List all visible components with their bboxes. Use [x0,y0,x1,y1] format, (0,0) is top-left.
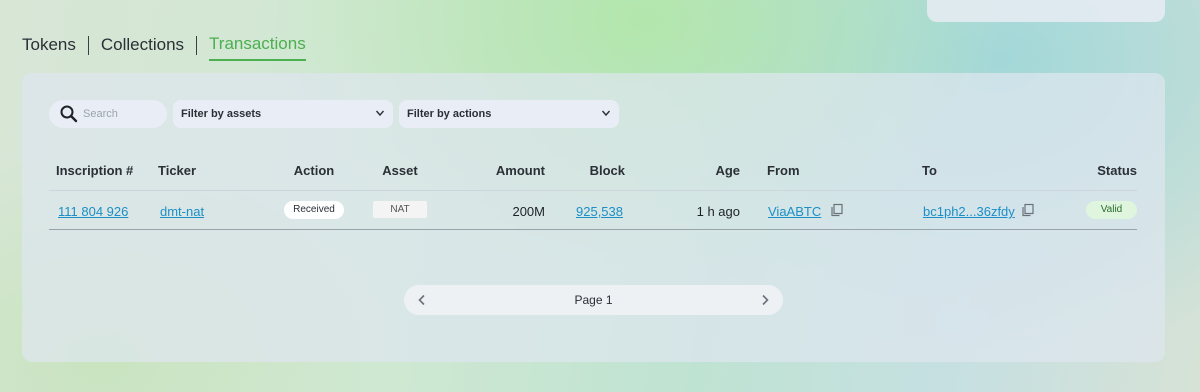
page-indicator: Page 1 [574,293,613,307]
status-badge: Valid [1086,201,1137,219]
from-link[interactable]: ViaABTC [768,204,821,219]
tab-separator [196,35,198,55]
copy-icon[interactable] [1021,203,1035,217]
filter-assets-label: Filter by assets [181,108,262,120]
action-badge: Received [284,201,344,219]
inscription-link[interactable]: 111 804 926 [58,204,128,219]
header-ticker: Ticker [158,163,197,178]
chevron-right-icon[interactable] [759,294,771,306]
header-asset: Asset [382,163,418,178]
search-icon [59,104,79,124]
copy-icon[interactable] [830,203,844,217]
row-divider [49,229,1137,230]
header-to: To [922,163,937,178]
pagination: Page 1 [404,285,783,315]
tab-transactions[interactable]: Transactions [209,34,306,61]
search-box[interactable] [49,100,167,128]
header-status: Status [1097,163,1137,178]
search-input[interactable] [83,108,161,120]
amount-value: 200M [512,204,545,219]
block-link[interactable]: 925,538 [562,204,623,219]
tab-bar: Tokens Collections Transactions [22,34,306,61]
header-action: Action [293,163,335,178]
header-divider [49,190,1137,191]
top-right-panel [927,0,1165,22]
age-value: 1 h ago [696,204,740,219]
chevron-down-icon [601,108,611,121]
tab-separator [87,35,89,55]
header-amount: Amount [495,163,545,178]
chevron-down-icon [375,108,385,121]
filter-actions-select[interactable]: Filter by actions [399,100,619,128]
asset-tag: NAT [373,201,427,218]
tab-collections[interactable]: Collections [101,35,184,60]
header-age: Age [715,163,740,178]
filter-actions-label: Filter by actions [407,108,492,120]
header-block: Block [589,163,625,178]
filter-assets-select[interactable]: Filter by assets [173,100,393,128]
chevron-left-icon[interactable] [416,294,428,306]
to-link[interactable]: bc1ph2...36zfdy [923,204,1015,219]
transactions-panel: Filter by assets Filter by actions Inscr… [22,73,1165,362]
ticker-link[interactable]: dmt-nat [160,204,204,219]
header-from: From [767,163,800,178]
tab-tokens[interactable]: Tokens [22,35,76,60]
header-inscription: Inscription # [56,163,134,178]
